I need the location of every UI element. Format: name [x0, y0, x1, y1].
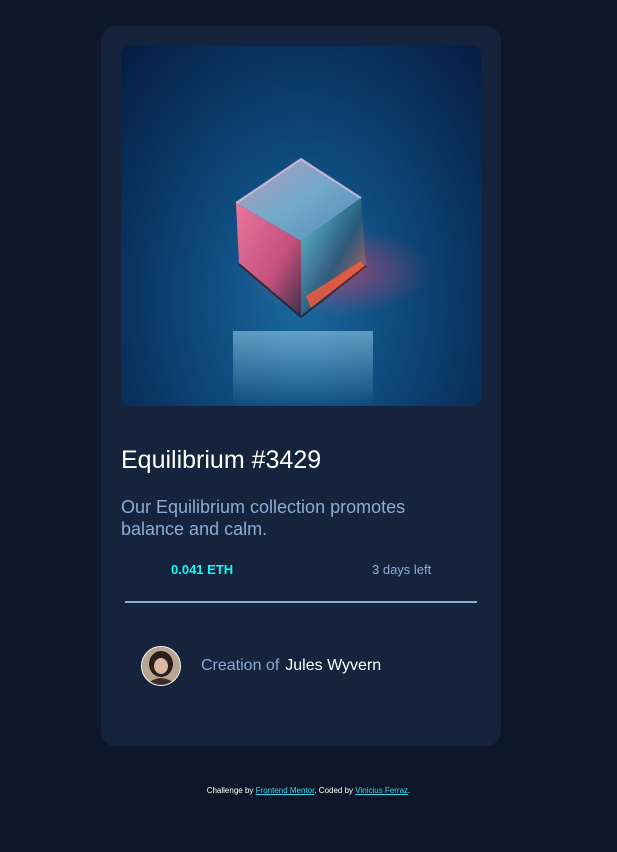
nft-price: 0.041 ETH [171, 562, 234, 577]
nft-time-left: 3 days left [372, 562, 432, 577]
creator-name[interactable]: Jules Wyvern [285, 657, 381, 674]
frontend-mentor-link[interactable]: Frontend Mentor [256, 786, 315, 795]
divider [125, 601, 477, 603]
attribution-middle: . Coded by [314, 786, 354, 795]
nft-title[interactable]: Equilibrium #3429 [121, 446, 321, 475]
nft-card: Equilibrium #3429 Our Equilibrium collec… [101, 26, 501, 746]
equilibrium-cube-artwork [233, 157, 431, 406]
nft-description: Our Equilibrium collection promotes bala… [121, 497, 406, 539]
attribution: Challenge by Frontend Mentor. Coded by V… [0, 786, 617, 795]
attribution-prefix: Challenge by [206, 786, 254, 795]
avatar-portrait [142, 647, 180, 685]
creator-line: Creation of Jules Wyvern [201, 657, 381, 675]
creator-label: Creation of [201, 657, 280, 674]
nft-image[interactable] [121, 46, 481, 406]
creator-avatar [141, 646, 181, 686]
author-link[interactable]: Vinicius Ferraz [355, 786, 408, 795]
attribution-suffix: . [408, 786, 411, 795]
